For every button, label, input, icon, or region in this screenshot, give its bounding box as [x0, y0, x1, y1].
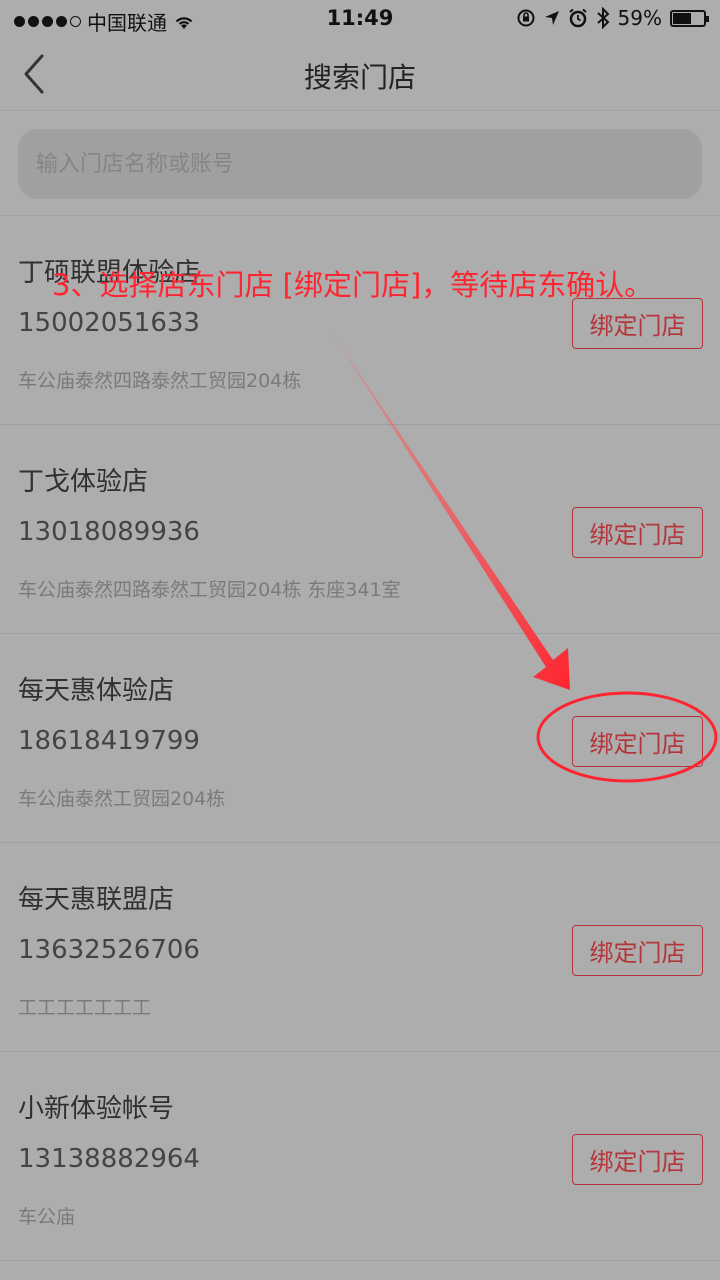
bind-store-button[interactable]: 绑定门店 — [572, 507, 703, 558]
annotation-instruction: 3、选择店东门店 [绑定门店]，等待店东确认。 — [52, 268, 654, 302]
store-list-item[interactable]: 小新体验帐号 13138882964 车公庙 绑定门店 — [0, 1052, 720, 1261]
store-phone: 13138882964 — [18, 1144, 200, 1174]
alarm-clock-icon — [568, 8, 587, 28]
store-list-item[interactable]: 丁硕联盟体验店 15002051633 车公庙泰然四路泰然工贸园204栋 绑定门… — [0, 216, 720, 425]
store-list-item[interactable]: 每天惠体验店 18618419799 车公庙泰然工贸园204栋 绑定门店 — [0, 634, 720, 843]
store-name: 丁戈体验店 — [18, 467, 149, 497]
store-list-item[interactable]: 每天惠联盟店 13632526706 工工工工工工工 绑定门店 — [0, 843, 720, 1052]
store-address: 车公庙泰然四路泰然工贸园204栋 — [18, 370, 302, 392]
store-address: 车公庙泰然四路泰然工贸园204栋 东座341室 — [18, 579, 401, 601]
status-bar: 中国联通 11:49 59% — [0, 0, 720, 38]
store-phone: 15002051633 — [18, 308, 200, 338]
search-input[interactable] — [18, 129, 702, 199]
store-name: 每天惠联盟店 — [18, 885, 175, 915]
page-title: 搜索门店 — [303, 61, 416, 94]
store-phone: 13632526706 — [18, 935, 200, 965]
battery-percent: 59% — [617, 6, 662, 30]
status-right: 59% — [516, 6, 709, 30]
store-address: 车公庙 — [18, 1206, 76, 1228]
battery-icon — [670, 9, 709, 27]
bind-store-button[interactable]: 绑定门店 — [572, 298, 703, 349]
bluetooth-icon — [596, 7, 609, 29]
store-list: 丁硕联盟体验店 15002051633 车公庙泰然四路泰然工贸园204栋 绑定门… — [0, 216, 720, 1261]
store-list-item[interactable]: 丁戈体验店 13018089936 车公庙泰然四路泰然工贸园204栋 东座341… — [0, 425, 720, 634]
store-name: 小新体验帐号 — [18, 1094, 175, 1124]
search-area — [0, 110, 720, 216]
bind-store-button[interactable]: 绑定门店 — [572, 716, 703, 767]
bind-store-button[interactable]: 绑定门店 — [572, 1134, 703, 1185]
store-phone: 18618419799 — [18, 726, 200, 756]
location-arrow-icon — [544, 11, 559, 25]
store-address: 工工工工工工工 — [18, 997, 152, 1019]
bind-store-button[interactable]: 绑定门店 — [572, 925, 703, 976]
store-address: 车公庙泰然工贸园204栋 — [18, 788, 226, 810]
store-phone: 13018089936 — [18, 517, 200, 547]
nav-bar: 搜索门店 — [0, 38, 720, 110]
store-name: 每天惠体验店 — [18, 676, 175, 706]
rotation-lock-icon — [517, 9, 535, 27]
